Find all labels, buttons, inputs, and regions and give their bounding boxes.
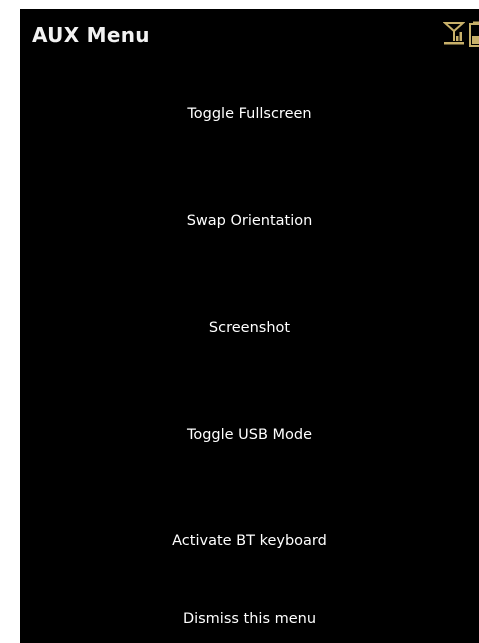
activate-bt-keyboard-button[interactable]: Activate BT keyboard xyxy=(20,521,479,561)
toggle-usb-mode-button[interactable]: Toggle USB Mode xyxy=(20,415,479,455)
toggle-fullscreen-button[interactable]: Toggle Fullscreen xyxy=(20,94,479,134)
aux-menu-list: Toggle Fullscreen Swap Orientation Scree… xyxy=(20,9,479,643)
aux-menu-screen: AUX Menu Toggle Fullscreen Swap Orientat… xyxy=(20,9,479,643)
swap-orientation-button[interactable]: Swap Orientation xyxy=(20,201,479,241)
dismiss-menu-button[interactable]: Dismiss this menu xyxy=(20,599,479,639)
screenshot-button[interactable]: Screenshot xyxy=(20,308,479,348)
